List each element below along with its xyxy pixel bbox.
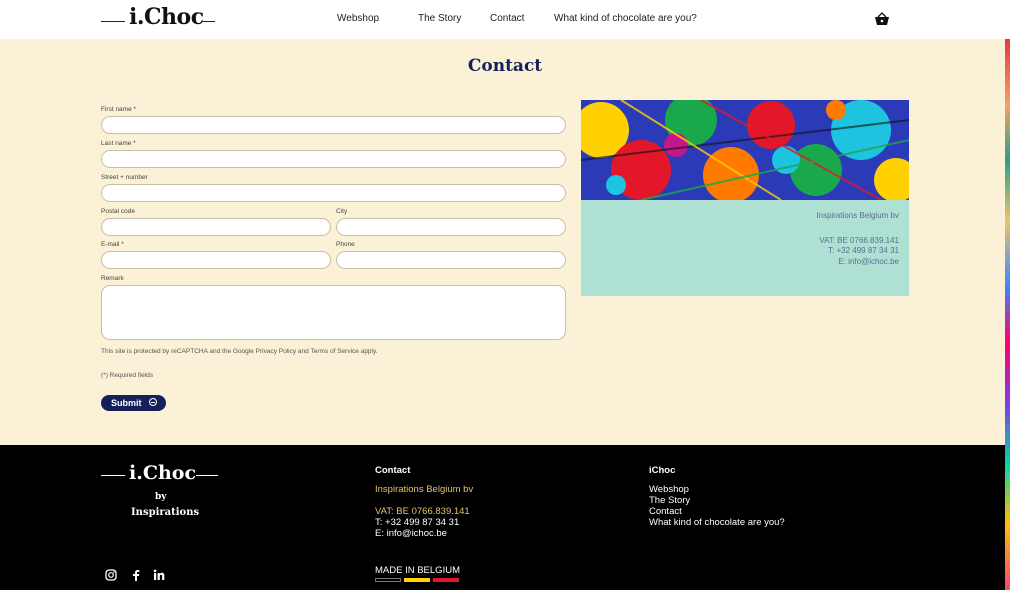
street-input[interactable] bbox=[101, 184, 566, 202]
footer-email-link[interactable]: E: info@ichoc.be bbox=[375, 528, 447, 539]
paint-splash-image bbox=[581, 100, 909, 200]
site-header: i.Choc Webshop The Story Contact What ki… bbox=[0, 0, 1010, 39]
instagram-icon[interactable] bbox=[105, 569, 117, 581]
footer-logo-wordmark: i.Choc bbox=[129, 462, 197, 484]
submit-button[interactable]: Submit bbox=[101, 395, 166, 411]
footer-brand: Inspirations bbox=[131, 507, 200, 518]
phone-number: T: +32 499 87 34 31 bbox=[828, 246, 899, 255]
footer-contact-title: Contact bbox=[375, 465, 411, 476]
footer-ichoc-title: iChoc bbox=[649, 465, 676, 476]
recaptcha-notice: This site is protected by reCAPTCHA and … bbox=[101, 348, 378, 355]
footer-logo-line-right bbox=[196, 475, 218, 476]
logo-wordmark: i.Choc bbox=[129, 4, 204, 30]
city-input[interactable] bbox=[336, 218, 566, 236]
street-label: Street + number bbox=[101, 174, 148, 181]
vat-number: VAT: BE 0766.839.141 bbox=[819, 236, 899, 245]
phone-label: Phone bbox=[336, 241, 355, 248]
made-in-belgium-label: MADE IN BELGIUM bbox=[375, 565, 460, 576]
email-address: E: info@ichoc.be bbox=[838, 257, 899, 266]
postal-code-label: Postal code bbox=[101, 208, 135, 215]
phone-input[interactable] bbox=[336, 251, 566, 269]
footer-company-name: Inspirations Belgium bv bbox=[375, 484, 474, 495]
footer-logo-line-left bbox=[101, 475, 125, 476]
flag-stripe-yellow bbox=[404, 578, 430, 582]
nav-the-story[interactable]: The Story bbox=[418, 13, 461, 24]
basket-icon[interactable] bbox=[874, 12, 890, 26]
logo-line-left bbox=[101, 21, 125, 22]
footer-phone-link[interactable]: T: +32 499 87 34 31 bbox=[375, 517, 459, 528]
last-name-label: Last name * bbox=[101, 140, 136, 147]
logo-line-right bbox=[203, 21, 215, 22]
footer-link-chocolate-quiz[interactable]: What kind of chocolate are you? bbox=[649, 517, 785, 528]
linkedin-icon[interactable] bbox=[153, 569, 165, 581]
facebook-icon[interactable] bbox=[130, 569, 142, 581]
postal-code-input[interactable] bbox=[101, 218, 331, 236]
site-logo[interactable]: i.Choc bbox=[101, 4, 215, 34]
email-input[interactable] bbox=[101, 251, 331, 269]
footer-link-the-story[interactable]: The Story bbox=[649, 495, 690, 506]
first-name-input[interactable] bbox=[101, 116, 566, 134]
arrow-right-icon bbox=[149, 398, 157, 406]
nav-chocolate-quiz[interactable]: What kind of chocolate are you? bbox=[554, 13, 697, 24]
decorative-paint-strip bbox=[1005, 39, 1010, 590]
submit-label: Submit bbox=[111, 398, 142, 408]
remark-textarea[interactable] bbox=[101, 285, 566, 340]
required-fields-note: (*) Required fields bbox=[101, 372, 154, 379]
footer-logo[interactable]: i.Choc by Inspirations bbox=[101, 462, 219, 524]
footer-vat: VAT: BE 0766.839.141 bbox=[375, 506, 470, 517]
flag-stripe-red bbox=[433, 578, 459, 582]
recaptcha-apply: apply. bbox=[360, 348, 378, 355]
last-name-input[interactable] bbox=[101, 150, 566, 168]
footer-link-webshop[interactable]: Webshop bbox=[649, 484, 689, 495]
recaptcha-and: and bbox=[297, 348, 309, 355]
page-title: Contact bbox=[467, 56, 543, 76]
terms-of-service-link[interactable]: Terms of Service bbox=[310, 348, 358, 355]
company-info-panel: Inspirations Belgium bv VAT: BE 0766.839… bbox=[581, 200, 909, 296]
city-label: City bbox=[336, 208, 348, 215]
company-name: Inspirations Belgium bv bbox=[816, 211, 899, 220]
remark-label: Remark bbox=[101, 275, 124, 282]
nav-webshop[interactable]: Webshop bbox=[337, 13, 379, 24]
flag-stripe-black bbox=[375, 578, 401, 582]
recaptcha-text: This site is protected by reCAPTCHA and … bbox=[101, 348, 254, 355]
privacy-policy-link[interactable]: Privacy Policy bbox=[256, 348, 296, 355]
email-label: E-mail * bbox=[101, 241, 124, 248]
first-name-label: First name * bbox=[101, 106, 137, 113]
footer-link-contact[interactable]: Contact bbox=[649, 506, 682, 517]
nav-contact[interactable]: Contact bbox=[490, 13, 524, 24]
footer-by-text: by bbox=[155, 492, 167, 502]
